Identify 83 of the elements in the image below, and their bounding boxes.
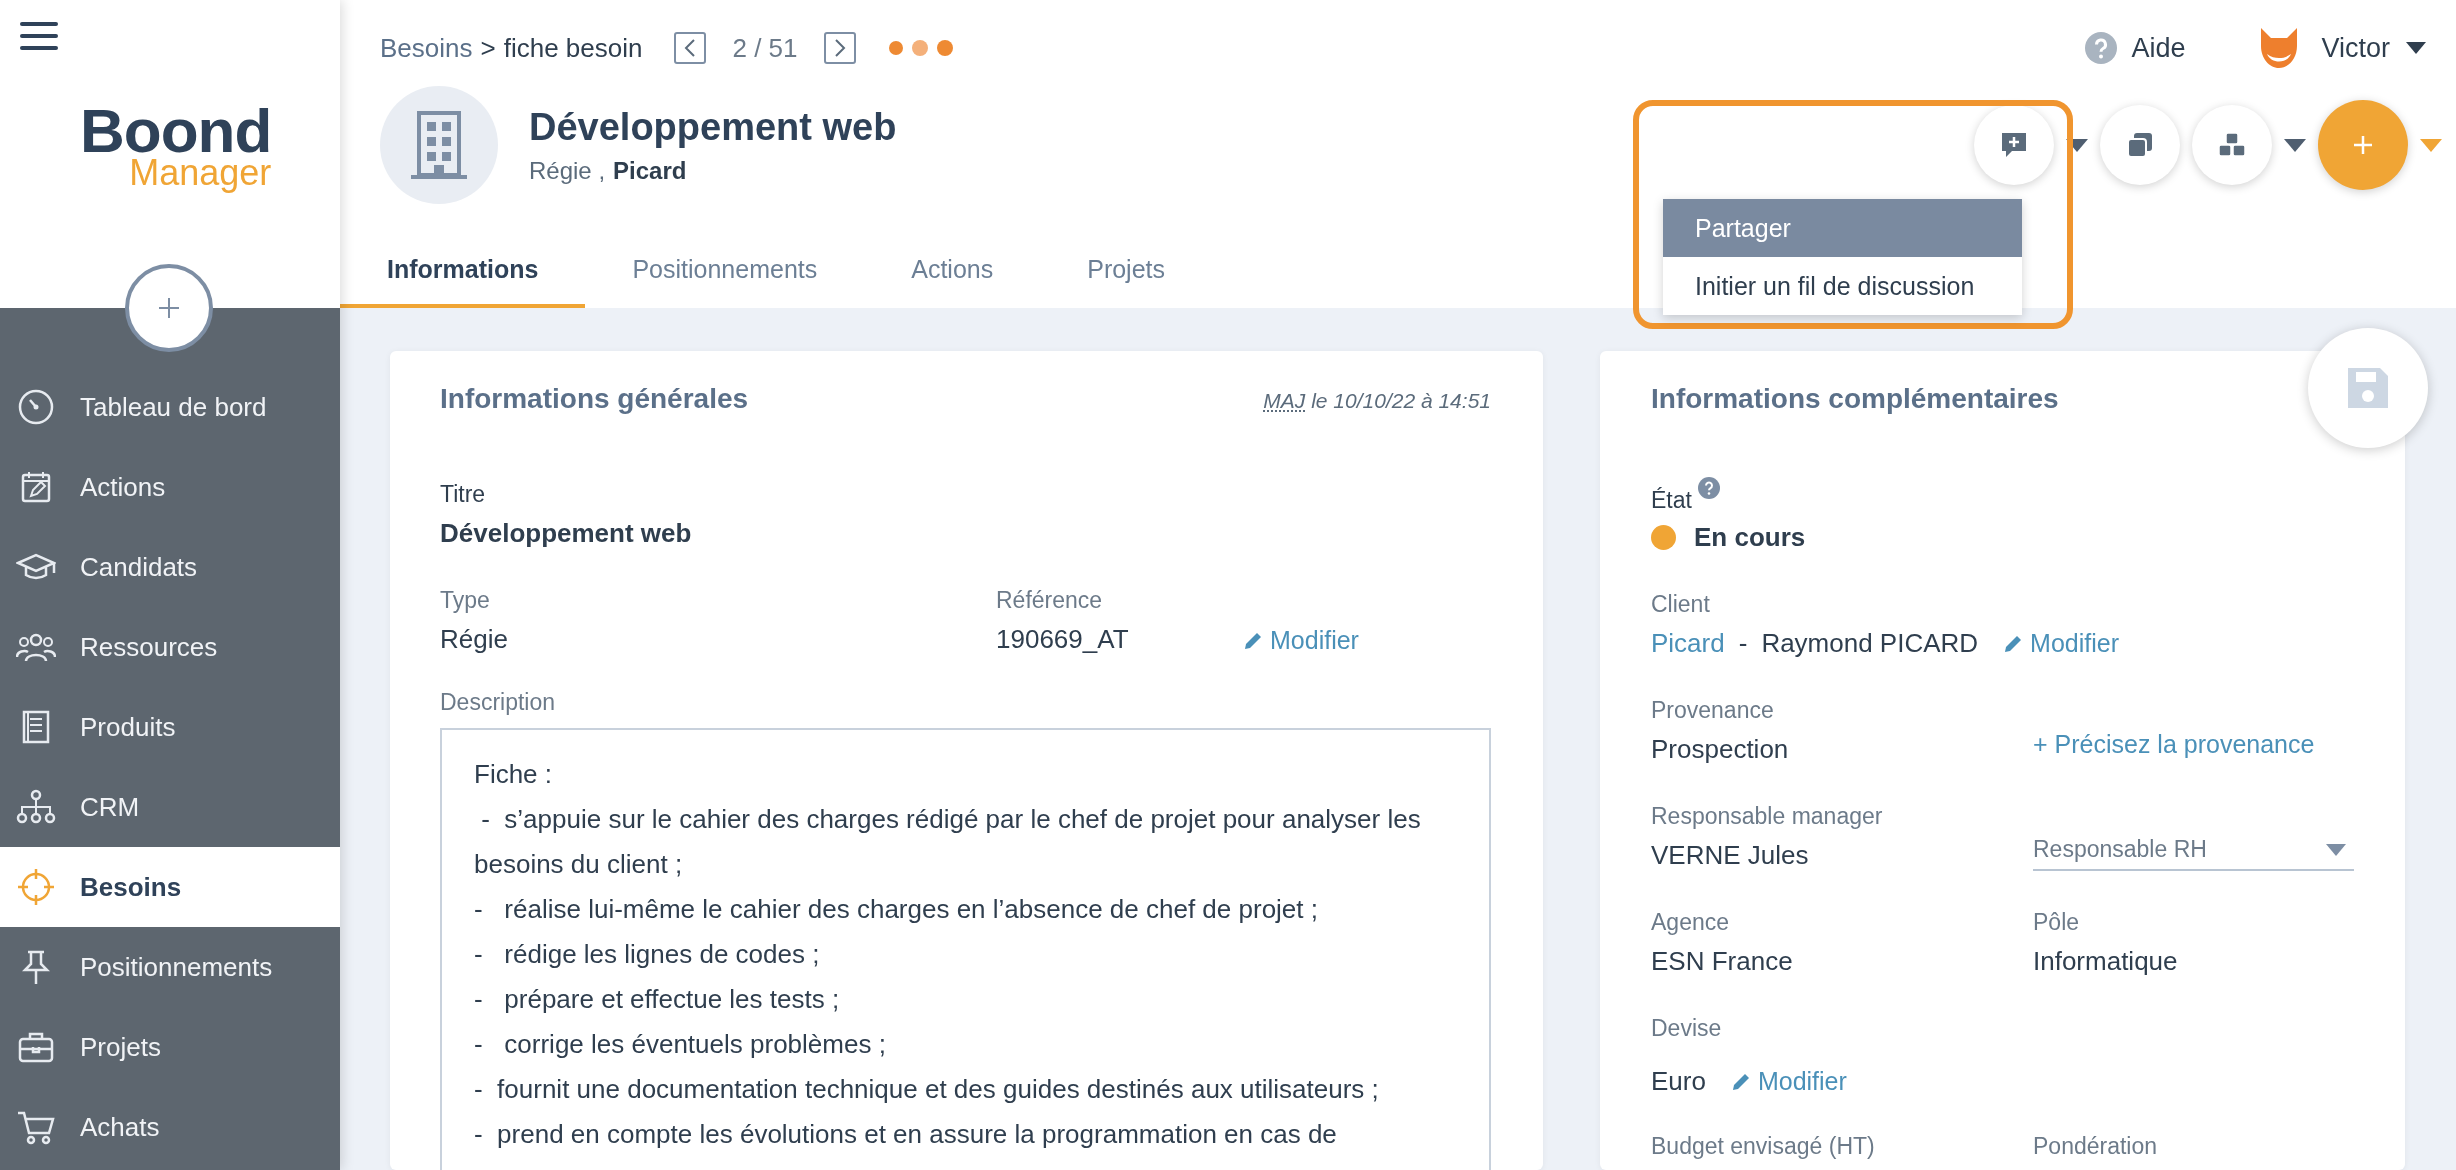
menu-icon[interactable] [20, 20, 58, 52]
record-type: Régie , [529, 156, 606, 185]
description-line: - réalise lui-même le cahier des charges en l’absence de chef de projet ; [474, 893, 1319, 926]
description-line: - prépare et effectue les tests ; [474, 983, 841, 1016]
field-value: Euro [1651, 1066, 1706, 1097]
client-link[interactable]: Picard [1651, 628, 1725, 659]
field-label: Devise [1651, 1015, 1723, 1042]
field-label: Titre [440, 481, 487, 508]
nav-item[interactable]: Produits [0, 687, 340, 767]
select-placeholder: Responsable RH [2033, 836, 2207, 863]
record-client: Picard [613, 156, 687, 185]
edit-link[interactable]: Modifier [1242, 626, 1491, 655]
field-label: Provenance [1651, 697, 1775, 724]
tab[interactable]: Informations [340, 231, 586, 308]
breadcrumb-link[interactable]: Besoins [380, 32, 473, 64]
help-icon[interactable] [1697, 477, 1720, 499]
status-value: En cours [1694, 522, 1806, 553]
duplicate-button[interactable] [2100, 105, 2180, 185]
edit-link[interactable]: Modifier [1729, 1067, 1847, 1096]
breadcrumb-separator: > [480, 32, 496, 64]
nav-item[interactable]: CRM [0, 767, 340, 847]
field-label: Pôle [2033, 909, 2081, 936]
caret-icon[interactable] [2284, 138, 2306, 152]
nav-item[interactable]: Ressources [0, 607, 340, 687]
description-line: - fournit une documentation technique et des guides destinés aux utilisateurs ; [474, 1073, 1380, 1106]
tab[interactable]: Actions [864, 231, 1041, 308]
menu-item[interactable]: Partager [1663, 199, 2022, 257]
record-title: Développement web [529, 105, 897, 149]
description-line: Fiche : [474, 758, 554, 791]
field-label: Type [440, 587, 491, 614]
description-line: - s’appuie sur le cahier des charges rédigé par le chef de projet pour analyser les besoins du client ; [474, 803, 1422, 881]
chevron-left-icon [684, 38, 697, 58]
section-title: Informations générales [440, 383, 749, 415]
field-label: Agence [1651, 909, 1730, 936]
description-line: - rédige les lignes de codes ; [474, 938, 821, 971]
nav-item[interactable]: Projets [0, 1007, 340, 1087]
field-label: Description [440, 689, 557, 716]
breadcrumb-current: fiche besoin [503, 32, 643, 64]
page-counter: 2 / 51 [732, 32, 798, 64]
field-value: Développement web [440, 518, 693, 549]
field-value: Informatique [2033, 946, 2179, 977]
select-field[interactable]: Responsable RH [2033, 822, 2354, 871]
nav-item[interactable]: Candidats [0, 527, 340, 607]
field-value: 190669_AT [996, 624, 1130, 655]
chevron-right-icon [833, 38, 846, 58]
description-line: - corrige les éventuels problèmes ; [474, 1028, 887, 1061]
add-link[interactable]: + Précisez la provenance [2033, 730, 2353, 759]
field-value: ESN France [1651, 946, 1794, 977]
crosshair-icon [16, 867, 56, 907]
field-value: Régie [440, 624, 509, 655]
field-value: VERNE Jules [1651, 840, 1810, 871]
edit-link[interactable]: Modifier [2002, 629, 2120, 658]
help-link[interactable]: Aide [2085, 32, 2186, 64]
next-button[interactable] [823, 32, 856, 64]
nav-item[interactable]: Besoins [0, 847, 340, 927]
field-label: Pondération [2033, 1133, 2159, 1160]
field-label: Client [1651, 591, 1711, 618]
caret-icon[interactable] [2406, 42, 2426, 54]
previous-button[interactable] [674, 32, 707, 64]
field-value: Prospection [1651, 734, 1790, 765]
field-label: Budget envisagé (HT) [1651, 1133, 1876, 1160]
menu-item[interactable]: Initier un fil de discussion [1663, 257, 2022, 315]
field-label: Responsable manager [1651, 803, 1884, 830]
nav-item[interactable]: Achats [0, 1087, 340, 1167]
nav-item[interactable]: Actions [0, 447, 340, 527]
caret-icon[interactable] [2066, 138, 2088, 152]
field-label: Référence [996, 587, 1104, 614]
caret-icon [2326, 843, 2346, 856]
dashboard-icon [16, 387, 56, 427]
tab[interactable]: Positionnements [585, 231, 865, 308]
nav-item[interactable]: Positionnements [0, 927, 340, 1007]
field-label: État [1651, 487, 1692, 514]
section-title: Informations complémentaires [1651, 383, 2059, 415]
separator: - [1738, 628, 1748, 659]
help-icon [2085, 32, 2118, 64]
comment-button[interactable] [1974, 105, 2054, 185]
user-name[interactable]: Victor [2321, 32, 2390, 64]
tab[interactable]: Projets [1040, 231, 1213, 308]
update-date: MAJ le 10/10/22 à 14:51 [1263, 389, 1491, 413]
cubes-button[interactable] [2192, 105, 2272, 185]
nav-item[interactable]: Tableau de bord [0, 367, 340, 447]
contact-name: Raymond PICARD [1761, 628, 1979, 659]
description-line: - prend en compte les évolutions et en assure la programmation en cas de [474, 1118, 1338, 1151]
